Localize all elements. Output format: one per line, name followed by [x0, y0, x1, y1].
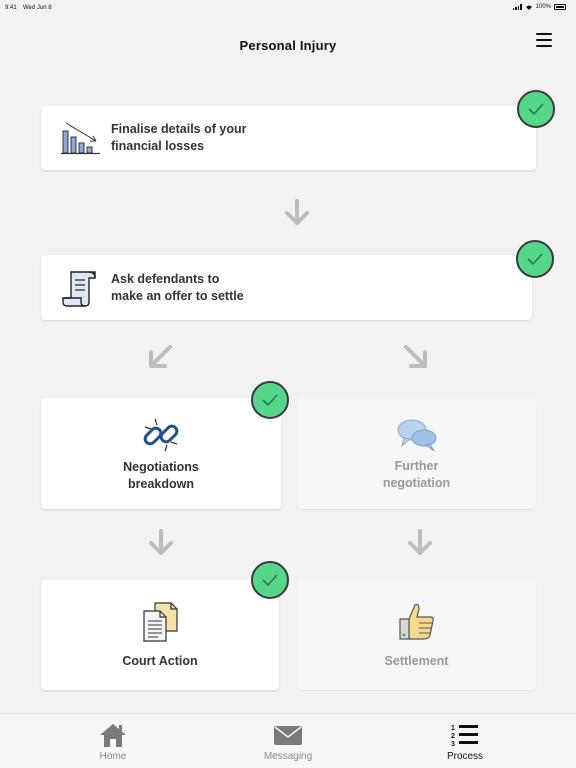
step-label: Ask defendants to make an offer to settl… — [111, 271, 281, 305]
menu-bar — [536, 39, 552, 41]
process-screen: 9:41 Wed Jun 8 100% Personal Injury Fina… — [0, 0, 576, 768]
battery-percent: 100% — [535, 4, 551, 10]
step-card-ask-defendants[interactable]: Ask defendants to make an offer to settl… — [41, 255, 532, 320]
status-bar: 9:41 Wed Jun 8 100% — [0, 0, 576, 16]
numbered-list-icon: 1 2 3 — [450, 721, 480, 749]
step-label-line: financial losses — [111, 139, 205, 153]
tab-bar: Home Messaging 1 2 3 Process — [0, 713, 576, 768]
step-card-court-action[interactable]: Court Action — [41, 580, 279, 690]
status-date: Wed Jun 8 — [23, 5, 52, 11]
menu-button[interactable] — [536, 33, 552, 47]
step-label-line: Finalise details of your — [111, 122, 247, 136]
step-card-settlement[interactable]: Settlement — [297, 580, 536, 690]
home-icon — [98, 721, 128, 749]
menu-bar — [536, 33, 552, 35]
completed-check-icon — [251, 381, 289, 419]
arrow-down-icon — [408, 529, 432, 555]
status-time: 9:41 — [5, 5, 17, 11]
tab-label: Home — [99, 751, 127, 762]
speech-bubbles-icon — [397, 419, 436, 451]
step-label-line: Negotiations — [123, 459, 199, 474]
step-label: Finalise details of your financial losse… — [111, 121, 281, 155]
scroll-document-icon — [55, 268, 107, 308]
thumbs-up-icon — [398, 603, 434, 640]
svg-text:2: 2 — [451, 733, 455, 740]
arrow-down-icon — [149, 529, 173, 555]
step-label-line: negotiation — [382, 475, 451, 490]
envelope-icon — [273, 721, 303, 749]
svg-text:3: 3 — [451, 741, 455, 748]
arrow-down-left-icon — [149, 345, 172, 368]
menu-bar — [536, 45, 552, 47]
tab-home[interactable]: Home — [53, 714, 173, 768]
tab-process[interactable]: 1 2 3 Process — [405, 714, 525, 768]
page-title: Personal Injury — [239, 38, 337, 53]
wifi-icon — [525, 5, 532, 10]
arrow-down-right-icon — [404, 345, 427, 368]
broken-chain-icon — [143, 418, 179, 451]
step-label-line: make an offer to settle — [111, 288, 244, 303]
completed-check-icon — [251, 561, 289, 599]
step-label: Further negotiation — [352, 458, 482, 492]
battery-icon — [554, 4, 566, 10]
step-label-line: Ask defendants to — [111, 271, 220, 286]
tab-messaging[interactable]: Messaging — [228, 714, 348, 768]
completed-check-icon — [516, 240, 554, 278]
step-label: Settlement — [384, 653, 449, 668]
arrow-down-icon — [285, 199, 309, 225]
tab-label: Messaging — [263, 751, 313, 762]
step-card-further-negotiation[interactable]: Further negotiation — [297, 398, 536, 509]
step-card-negotiations-breakdown[interactable]: Negotiations breakdown — [41, 398, 281, 509]
signal-icon — [512, 4, 522, 10]
step-label: Negotiations breakdown — [96, 459, 226, 493]
step-label-line: breakdown — [128, 476, 194, 491]
step-label: Court Action — [122, 653, 198, 668]
documents-icon — [143, 601, 178, 642]
tab-label: Process — [446, 751, 484, 762]
svg-text:1: 1 — [451, 725, 455, 732]
status-indicators: 100% — [512, 4, 566, 10]
completed-check-icon — [517, 90, 555, 128]
step-label-line: Further — [394, 458, 439, 473]
step-card-financial-losses[interactable]: Finalise details of your financial losse… — [41, 106, 536, 170]
chart-down-icon — [55, 119, 107, 157]
